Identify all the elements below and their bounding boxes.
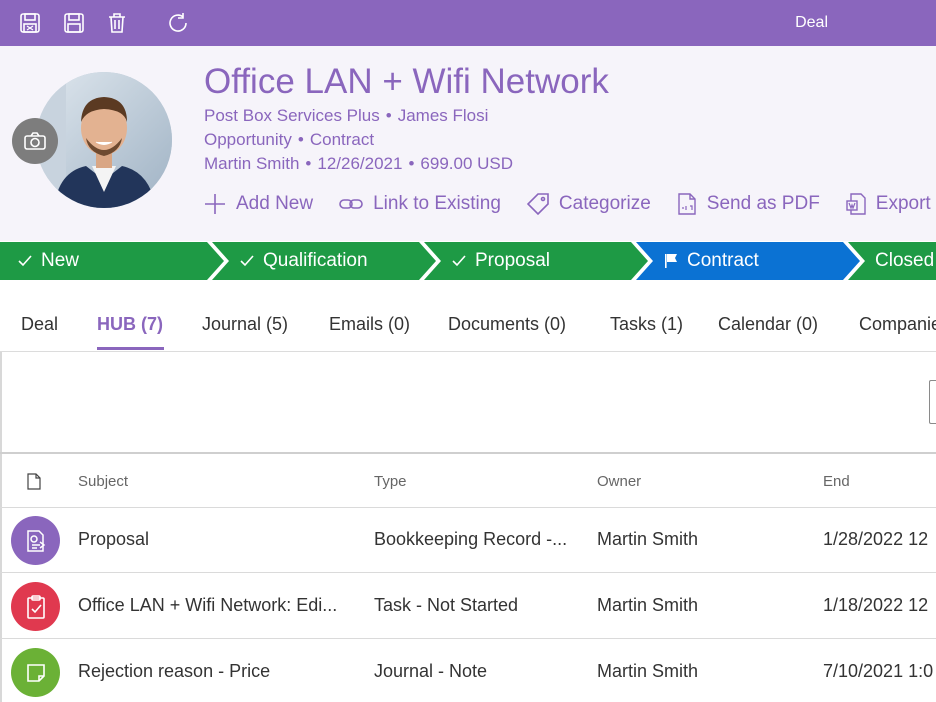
delete-icon[interactable] — [105, 11, 129, 35]
deal-title: Office LAN + Wifi Network — [204, 62, 609, 101]
column-end[interactable]: End — [823, 473, 850, 490]
add-new-button[interactable]: Add New — [204, 193, 313, 215]
row-subject: Office LAN + Wifi Network: Edi... — [78, 595, 338, 615]
document-icon[interactable] — [27, 473, 41, 495]
owner-link[interactable]: Martin Smith — [204, 154, 299, 173]
check-icon — [18, 255, 32, 267]
stage-contract[interactable]: Contract — [664, 242, 759, 280]
deal-type-line: Opportunity • Contract — [204, 130, 375, 149]
tab-calendar[interactable]: Calendar (0) — [718, 314, 818, 335]
tab-hub[interactable]: HUB (7) — [97, 314, 163, 335]
note-icon — [11, 648, 60, 697]
check-icon — [240, 255, 254, 267]
row-owner: Martin Smith — [597, 661, 699, 681]
export-icon — [846, 193, 866, 215]
row-type: Task - Not Started — [374, 595, 519, 615]
active-tab-indicator — [97, 347, 164, 350]
row-subject: Rejection reason - Price — [78, 661, 271, 681]
contact-link[interactable]: James Flosi — [398, 106, 489, 125]
export-button[interactable]: Export — [846, 193, 931, 215]
column-type[interactable]: Type — [374, 473, 407, 490]
table-row[interactable]: Proposal Bookkeeping Record -... Martin … — [0, 508, 936, 573]
row-owner: Martin Smith — [597, 595, 699, 615]
table-row[interactable]: Rejection reason - Price Journal - Note … — [0, 640, 936, 702]
deal-date: 12/26/2021 — [317, 154, 403, 173]
tag-icon — [526, 193, 549, 215]
row-end: 1/28/2022 12 — [823, 529, 929, 549]
link-existing-button[interactable]: Link to Existing — [339, 193, 501, 215]
send-pdf-button[interactable]: Send as PDF — [677, 193, 820, 215]
stage-proposal[interactable]: Proposal — [452, 242, 550, 280]
table-row[interactable]: Office LAN + Wifi Network: Edi... Task -… — [0, 574, 936, 639]
tab-emails[interactable]: Emails (0) — [329, 314, 410, 335]
plus-icon — [205, 194, 225, 214]
row-subject: Proposal — [78, 529, 150, 549]
row-end: 7/10/2021 1:0 — [823, 661, 934, 681]
stage-closed[interactable]: Closed — [875, 242, 934, 280]
tab-documents[interactable]: Documents (0) — [448, 314, 566, 335]
save-icon[interactable] — [62, 11, 86, 35]
flag-icon — [665, 254, 677, 268]
link-icon — [339, 199, 363, 209]
column-owner[interactable]: Owner — [597, 473, 641, 490]
bookkeeping-icon — [11, 516, 60, 565]
record-type: Opportunity — [204, 130, 292, 149]
row-owner: Martin Smith — [597, 529, 699, 549]
check-icon — [452, 255, 466, 267]
tab-deal[interactable]: Deal — [21, 314, 58, 335]
deal-company-line: Post Box Services Plus • James Flosi — [204, 106, 489, 125]
action-bar: Add New Link to Existing Categorize Send… — [204, 190, 936, 218]
row-type: Journal - Note — [374, 661, 488, 681]
window-title: Deal — [795, 14, 828, 31]
save-close-icon[interactable] — [18, 11, 42, 35]
stage-new[interactable]: New — [18, 242, 79, 280]
row-end: 1/18/2022 12 — [823, 595, 929, 615]
tab-bar: Deal HUB (7) Journal (5) Emails (0) Docu… — [0, 300, 936, 352]
tab-journal[interactable]: Journal (5) — [202, 314, 288, 335]
pdf-icon — [678, 193, 696, 215]
stage-bar: New Qualification Proposal Contract Clos… — [0, 242, 936, 280]
row-type: Bookkeeping Record -... — [374, 529, 568, 549]
top-toolbar: Deal — [0, 0, 936, 46]
stage-qualification[interactable]: Qualification — [240, 242, 368, 280]
task-clipboard-icon — [11, 582, 60, 631]
deal-stage: Contract — [309, 130, 375, 149]
company-link[interactable]: Post Box Services Plus — [204, 106, 380, 125]
camera-icon[interactable] — [12, 118, 58, 164]
categorize-button[interactable]: Categorize — [526, 193, 651, 215]
deal-details-line: Martin Smith • 12/26/2021 • 699.00 USD — [204, 154, 514, 173]
tab-companies[interactable]: Companies — [859, 314, 936, 335]
column-subject[interactable]: Subject — [78, 473, 128, 490]
tab-tasks[interactable]: Tasks (1) — [610, 314, 683, 335]
deal-amount: 699.00 USD — [420, 154, 514, 173]
refresh-icon[interactable] — [166, 11, 190, 35]
filter-box[interactable] — [929, 380, 936, 424]
table-header: Subject Type Owner End — [0, 452, 936, 508]
